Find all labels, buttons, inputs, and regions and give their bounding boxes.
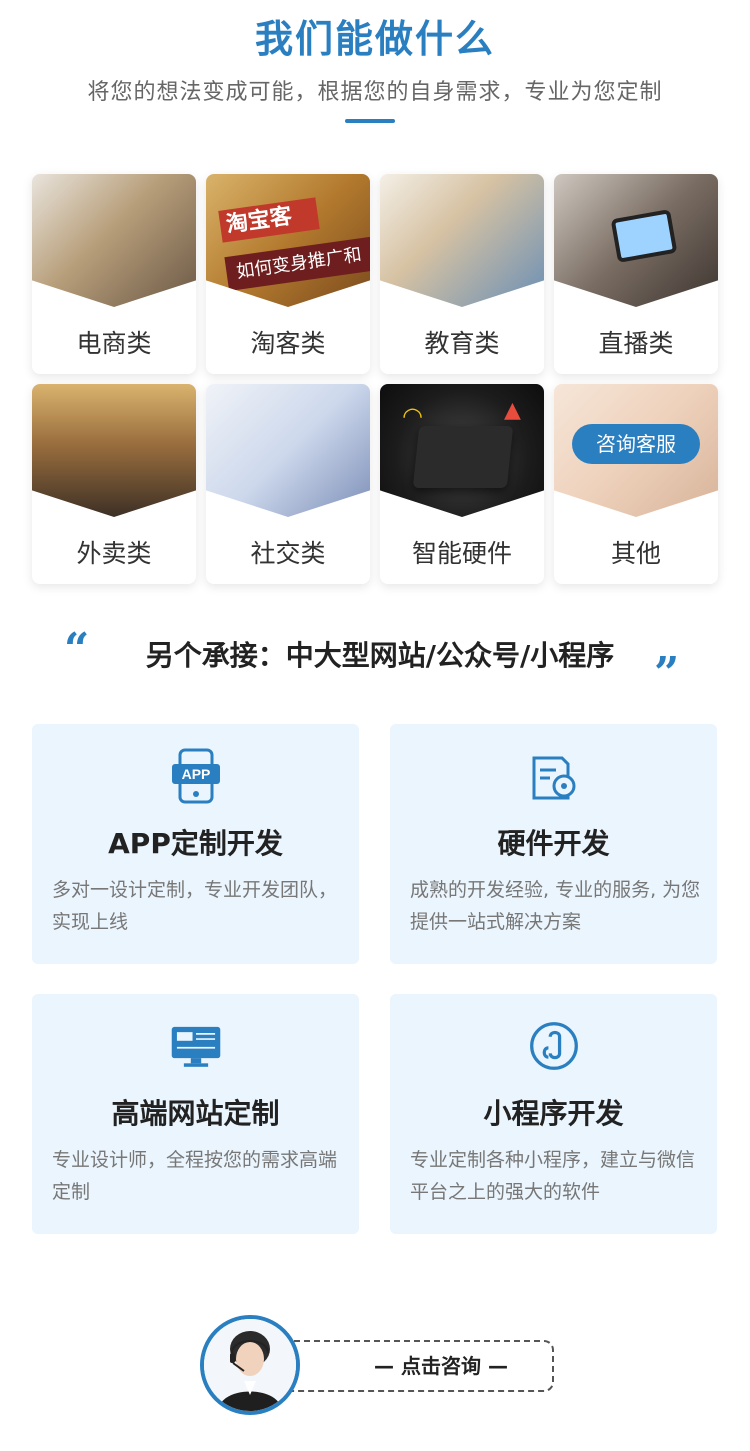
education-image: [380, 174, 544, 307]
taoke-image: 淘宝客 如何变身推广和: [206, 174, 370, 307]
category-card-live[interactable]: 直播类: [554, 174, 718, 374]
page-title: 我们能做什么: [254, 17, 495, 61]
taoke-banner-subtitle: 如何变身推广和: [224, 235, 370, 291]
consult-button[interactable]: — 点击咨询 —: [264, 1340, 554, 1392]
service-title: APP定制开发: [108, 827, 283, 860]
category-label: 电商类: [76, 329, 152, 358]
category-card-other[interactable]: 咨询客服 其他: [554, 384, 718, 584]
title-underline: [345, 119, 395, 123]
also-undertake-text: 另个承接：中大型网站/公众号/小程序: [145, 639, 615, 672]
category-card-waimai[interactable]: 外卖类: [32, 384, 196, 584]
category-label: 其他: [610, 539, 661, 568]
other-image: 咨询客服: [554, 384, 718, 517]
service-desc: 多对一设计定制，专业开发团队，实现上线: [52, 879, 338, 933]
app-phone-icon: APP: [172, 748, 220, 804]
service-desc: 专业设计师，全程按您的需求高端定制: [52, 1149, 338, 1203]
category-card-smart-hardware[interactable]: ◠ ▲ 智能硬件: [380, 384, 544, 584]
hardware-gear-icon: [532, 756, 576, 800]
hardware-image: ◠ ▲: [380, 384, 544, 517]
service-desc: 专业定制各种小程序，建立与微信平台之上的强大的软件: [410, 1149, 696, 1203]
category-card-social[interactable]: 社交类: [206, 384, 370, 584]
website-monitor-icon: [171, 1026, 221, 1067]
wifi-icon: ◠: [402, 402, 423, 430]
consult-service-badge[interactable]: 咨询客服: [572, 424, 700, 464]
ecommerce-image: [32, 174, 196, 307]
quote-open-icon: “: [64, 624, 90, 675]
service-desc: 成熟的开发经验, 专业的服务, 为您提供一站式解决方案: [410, 879, 701, 933]
agent-avatar-icon: [204, 1319, 296, 1411]
live-image: [554, 174, 718, 307]
category-label: 智能硬件: [411, 539, 512, 568]
mini-program-icon: [530, 1022, 578, 1070]
customer-service-avatar[interactable]: [200, 1315, 300, 1415]
service-title: 小程序开发: [483, 1097, 624, 1130]
category-label: 社交类: [250, 539, 326, 568]
social-image: [206, 384, 370, 517]
phone-screen-icon: [610, 209, 678, 263]
service-card-app[interactable]: APP APP定制开发 多对一设计定制，专业开发团队，实现上线: [32, 724, 359, 964]
service-card-website[interactable]: 高端网站定制 专业设计师，全程按您的需求高端定制: [32, 994, 359, 1234]
service-card-hardware[interactable]: 硬件开发 成熟的开发经验, 专业的服务, 为您提供一站式解决方案: [390, 724, 717, 964]
service-title: 硬件开发: [497, 827, 610, 860]
quote-close-icon: ”: [654, 648, 680, 699]
taoke-banner-title: 淘宝客: [218, 197, 320, 243]
consult-button-label: — 点击咨询 —: [374, 1354, 508, 1378]
waimai-image: [32, 384, 196, 517]
category-card-taoke[interactable]: 淘宝客 如何变身推广和 淘客类: [206, 174, 370, 374]
svg-text:APP: APP: [182, 766, 211, 782]
category-label: 教育类: [424, 329, 500, 358]
category-label: 外卖类: [76, 539, 152, 568]
service-title: 高端网站定制: [111, 1097, 280, 1130]
category-card-ecommerce[interactable]: 电商类: [32, 174, 196, 374]
service-card-mini-program[interactable]: 小程序开发 专业定制各种小程序，建立与微信平台之上的强大的软件: [390, 994, 717, 1234]
signal-tower-icon: ▲: [504, 398, 521, 423]
category-label: 直播类: [598, 329, 674, 358]
page-subtitle: 将您的想法变成可能，根据您的自身需求，专业为您定制: [87, 80, 663, 105]
hardware-device-icon: [412, 426, 514, 488]
category-label: 淘客类: [250, 329, 326, 358]
category-card-education[interactable]: 教育类: [380, 174, 544, 374]
